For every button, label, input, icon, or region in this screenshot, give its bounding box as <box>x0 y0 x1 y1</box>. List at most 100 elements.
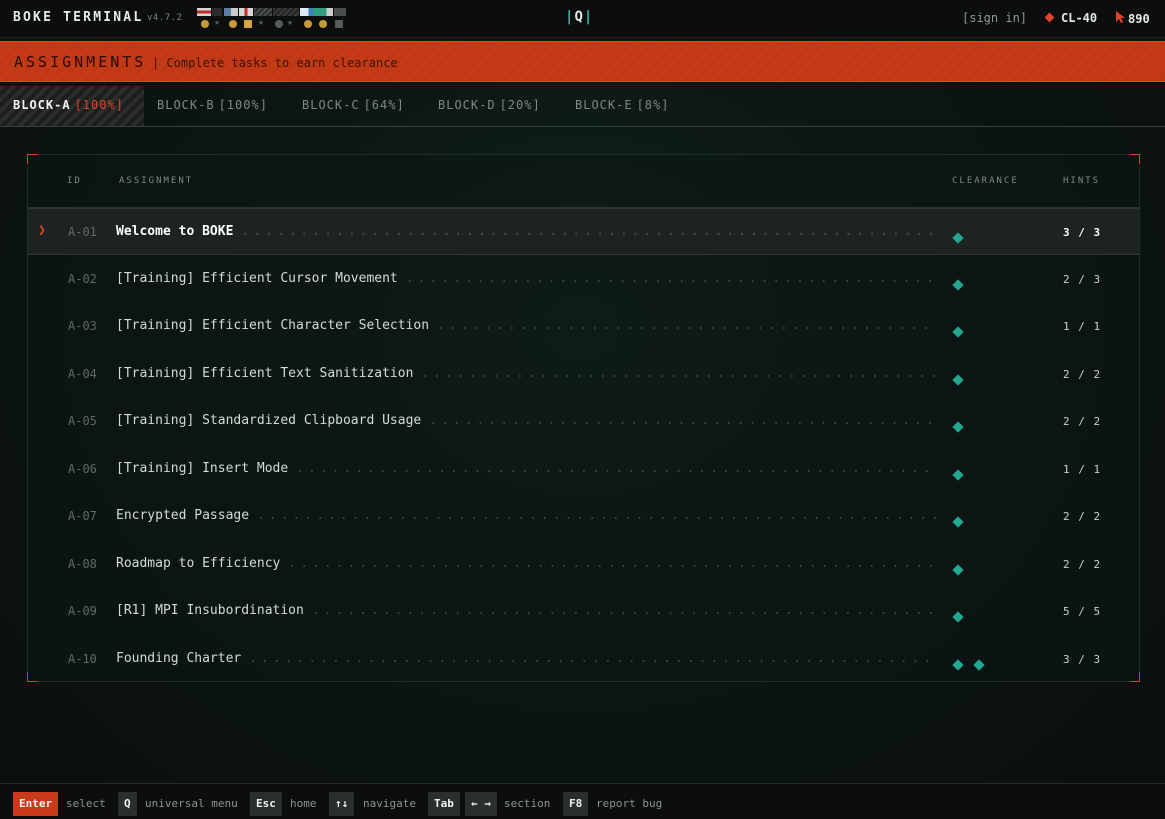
clearance-indicator <box>952 369 975 388</box>
assignment-id: A-08 <box>68 556 97 571</box>
table-row[interactable]: A-04 [Training] Efficient Text Sanitizati… <box>28 351 1139 398</box>
clearance-indicator <box>952 464 975 483</box>
tab-block-c[interactable]: BLOCK-C [64%] <box>302 86 405 126</box>
top-bar: BOKE TERMINAL v4.7.2 ★ ★ ★ |Q| [sign in]… <box>0 0 1165 38</box>
clearance-diamond-icon <box>973 658 985 671</box>
column-header-assignment: ASSIGNMENT <box>119 176 194 186</box>
assignment-id: A-06 <box>68 461 97 476</box>
section-banner: ASSIGNMENTS | Complete tasks to earn cle… <box>0 41 1165 82</box>
column-header-clearance: CLEARANCE <box>952 176 1019 186</box>
clearance-indicator <box>952 511 975 530</box>
assignment-name-text: Encrypted Passage <box>116 508 250 523</box>
tab-block-d[interactable]: BLOCK-D [20%] <box>438 86 541 126</box>
assignment-id: A-05 <box>68 414 97 428</box>
page-subtitle: | Complete tasks to earn clearance <box>152 56 398 70</box>
hints-count: 1 / 1 <box>1063 462 1102 476</box>
clearance-diamond-icon <box>952 326 964 338</box>
clearance-indicator <box>952 321 975 340</box>
keybind-footer: Enter select Q universal menu Esc home ↑… <box>0 783 1165 819</box>
assignment-name: [Training] Efficient Character Selection… <box>116 318 936 333</box>
leader-dots: ........................................… <box>288 555 936 571</box>
assignment-name: Roadmap to Efficiency...................… <box>116 556 936 571</box>
arrows-key[interactable]: ← → <box>465 792 497 816</box>
clearance-diamond-icon <box>952 468 964 481</box>
assignment-id: A-02 <box>68 271 97 286</box>
f8-label: report bug <box>596 797 663 810</box>
section-label: section <box>504 797 551 810</box>
table-row[interactable]: A-09 [R1] MPI Insubordination............… <box>28 588 1139 635</box>
sign-in-link[interactable]: [sign in] <box>962 11 1027 25</box>
clearance-indicator <box>952 274 975 293</box>
column-header-hints: HINTS <box>1063 176 1101 186</box>
assignment-name: [Training] Standardized Clipboard Usage.… <box>116 413 936 428</box>
logo-letter: Q <box>574 9 584 25</box>
clearance-diamond-icon <box>952 611 964 623</box>
assignment-name-text: [Training] Efficient Character Selection <box>116 318 430 333</box>
clearance-diamond-icon <box>952 373 964 386</box>
clearance-diamond-icon <box>952 516 964 528</box>
q-key[interactable]: Q <box>118 792 137 816</box>
table-row[interactable]: A-08 Roadmap to Efficiency...............… <box>28 541 1139 588</box>
leader-dots: ........................................… <box>257 508 936 523</box>
leader-dots: ........................................… <box>296 460 936 476</box>
points-counter: 890 <box>1116 11 1150 26</box>
leader-dots: ........................................… <box>437 318 936 333</box>
logo-icon[interactable]: |Q| <box>565 9 593 25</box>
assignment-name-text: [Training] Insert Mode <box>116 460 289 476</box>
navigate-label: navigate <box>363 797 416 810</box>
table-header: ID ASSIGNMENT CLEARANCE HINTS <box>28 155 1139 208</box>
table-row[interactable]: A-10 Founding Charter....................… <box>28 636 1139 683</box>
tab-key[interactable]: Tab <box>428 792 460 816</box>
clearance-diamond-icon <box>952 421 964 433</box>
column-header-id: ID <box>67 176 82 186</box>
hints-count: 5 / 5 <box>1063 605 1102 618</box>
assignment-name: [R1] MPI Insubordination................… <box>116 603 936 618</box>
hints-count: 2 / 3 <box>1063 272 1102 286</box>
cursor-icon <box>1116 11 1125 26</box>
assignment-name: Founding Charter........................… <box>116 651 936 666</box>
table-row[interactable]: A-02 [Training] Efficient Cursor Movement… <box>28 256 1139 303</box>
block-tabs: BLOCK-A [100%] BLOCK-B [100%] BLOCK-C [64%]… <box>0 86 1165 127</box>
table-row[interactable]: A-06 [Training] Insert Mode..............… <box>28 446 1139 493</box>
assignment-id: A-10 <box>68 651 97 666</box>
assignment-name: [Training] Efficient Text Sanitization..… <box>116 366 936 381</box>
assignment-name-text: [R1] MPI Insubordination <box>116 603 304 618</box>
hints-count: 1 / 1 <box>1063 320 1102 333</box>
table-row[interactable]: A-03 [Training] Efficient Character Selec… <box>28 303 1139 350</box>
selection-caret-icon: ❯ <box>38 223 46 238</box>
navigate-key[interactable]: ↑↓ <box>329 792 355 816</box>
assignment-name: Encrypted Passage.......................… <box>116 508 936 523</box>
table-row[interactable]: A-05 [Training] Standardized Clipboard Us… <box>28 398 1139 445</box>
assignment-id: A-07 <box>68 509 97 523</box>
assignment-id: A-01 <box>68 225 97 239</box>
assignments-table: ID ASSIGNMENT CLEARANCE HINTS ❯ A-01 Welco… <box>27 154 1140 682</box>
esc-label: home <box>290 797 317 810</box>
leader-dots: ........................................… <box>421 365 936 381</box>
leader-dots: ........................................… <box>249 650 936 666</box>
assignment-id: A-09 <box>68 604 97 618</box>
clearance-diamond-icon <box>952 232 964 244</box>
assignment-name-text: Founding Charter <box>116 650 242 666</box>
app-version: v4.7.2 <box>147 13 183 23</box>
enter-key[interactable]: Enter <box>13 792 59 816</box>
enter-label: select <box>66 797 106 810</box>
diamond-icon <box>1044 12 1055 23</box>
clearance-indicator <box>952 606 975 625</box>
clearance-badge: CL-40 <box>1044 11 1097 25</box>
table-row[interactable]: ❯ A-01 Welcome to BOKE....................… <box>28 208 1139 255</box>
esc-key[interactable]: Esc <box>250 792 282 816</box>
assignment-name-text: [Training] Efficient Text Sanitization <box>116 365 414 381</box>
leader-dots: ........................................… <box>241 224 936 239</box>
clearance-indicator <box>952 227 975 246</box>
assignment-name: [Training] Efficient Cursor Movement....… <box>116 271 936 286</box>
f8-key[interactable]: F8 <box>563 792 589 816</box>
page-title: ASSIGNMENTS <box>14 53 147 71</box>
assignment-id: A-04 <box>68 366 97 381</box>
tab-block-b[interactable]: BLOCK-B [100%] <box>157 86 268 126</box>
assignment-name-text: [Training] Standardized Clipboard Usage <box>116 413 422 428</box>
table-row[interactable]: A-07 Encrypted Passage...................… <box>28 493 1139 540</box>
tab-block-a[interactable]: BLOCK-A [100%] <box>0 86 144 126</box>
tab-block-e[interactable]: BLOCK-E [8%] <box>575 86 669 126</box>
clearance-diamond-icon <box>952 278 964 291</box>
clearance-diamond-icon <box>952 658 964 671</box>
